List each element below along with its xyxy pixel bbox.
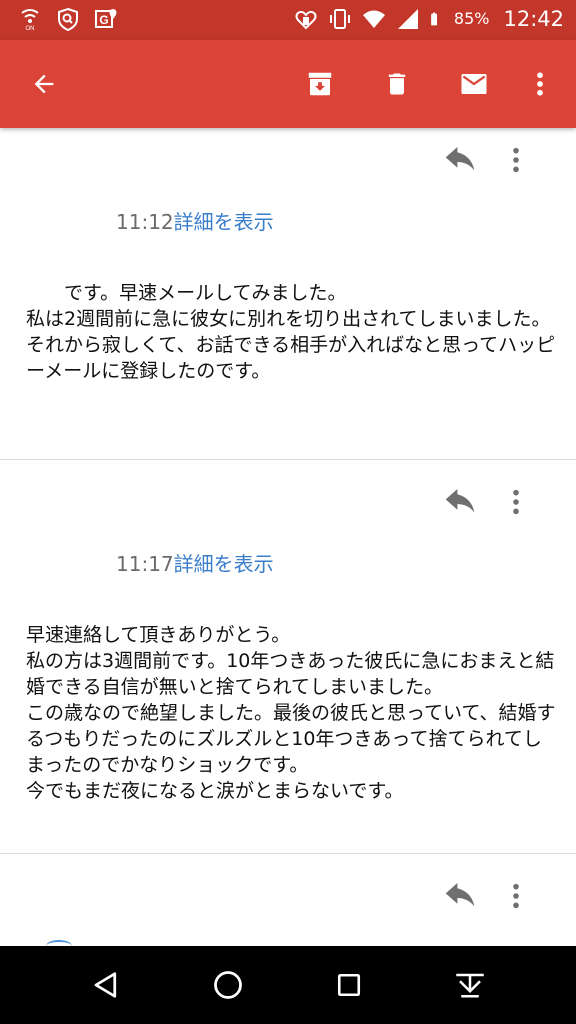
svg-text:G: G	[99, 13, 108, 27]
more-vert-icon	[513, 147, 519, 173]
signal-icon	[397, 9, 418, 29]
archive-button[interactable]	[296, 60, 344, 108]
status-time: 12:42	[503, 7, 564, 31]
message-card	[0, 864, 576, 946]
battery-percent: 85%	[453, 9, 490, 28]
divider	[0, 459, 576, 460]
back-triangle-icon	[94, 972, 117, 998]
nav-back-button[interactable]	[82, 961, 130, 1009]
reply-icon	[445, 147, 475, 171]
nav-hide-keyboard-button[interactable]	[446, 961, 494, 1009]
reply-button[interactable]	[436, 872, 484, 920]
reply-button[interactable]	[436, 478, 484, 526]
message-meta: 11:12詳細を表示	[116, 208, 274, 236]
reply-icon	[445, 883, 475, 907]
message-more-button[interactable]	[492, 872, 540, 920]
back-button[interactable]	[20, 60, 68, 108]
recents-square-icon	[337, 973, 361, 997]
mark-unread-button[interactable]	[450, 60, 498, 108]
status-bar: ON G 85% 12:42	[0, 0, 576, 40]
nav-recents-button[interactable]	[325, 961, 373, 1009]
security-shield-icon	[58, 7, 78, 32]
message-more-button[interactable]	[492, 136, 540, 184]
back-arrow-icon	[34, 74, 54, 94]
wifi-calling-icon: ON	[21, 9, 39, 32]
vibrate-icon	[329, 9, 350, 29]
message-time: 11:12	[116, 210, 174, 234]
message-more-button[interactable]	[492, 478, 540, 526]
delete-button[interactable]	[373, 60, 421, 108]
wifi-icon	[362, 10, 385, 28]
heart-phone-icon	[295, 10, 317, 30]
show-details-link[interactable]: 詳細を表示	[174, 210, 274, 234]
message-card: 11:12詳細を表示 です。早速メールしてみました。 私は2週間前に急に彼女に別…	[0, 128, 576, 458]
reply-button[interactable]	[436, 136, 484, 184]
message-body: です。早速メールしてみました。 私は2週間前に急に彼女に別れを切り出されてしまい…	[26, 282, 556, 382]
divider	[0, 853, 576, 854]
nav-home-button[interactable]	[204, 961, 252, 1009]
show-details-link[interactable]: 詳細を表示	[174, 552, 274, 576]
archive-icon	[308, 72, 332, 96]
more-vert-icon	[513, 489, 519, 515]
hide-keyboard-icon	[456, 973, 484, 998]
message-card: 11:17詳細を表示 早速連絡して頂きありがとう。 私の方は3週間前です。10年…	[0, 470, 576, 850]
location-g-icon: G	[95, 9, 117, 28]
more-vert-icon	[537, 72, 543, 96]
mark-unread-icon	[461, 74, 487, 94]
message-body: 早速連絡して頂きありがとう。 私の方は3週間前です。10年つきあった彼氏に急にお…	[26, 624, 556, 802]
more-options-button[interactable]	[516, 60, 564, 108]
reply-icon	[445, 489, 475, 513]
message-time: 11:17	[116, 552, 174, 576]
battery-icon	[431, 12, 437, 26]
delete-icon	[388, 73, 406, 95]
more-vert-icon	[513, 883, 519, 909]
home-circle-icon	[214, 971, 242, 999]
app-bar	[0, 40, 576, 128]
navigation-bar	[0, 946, 576, 1024]
message-thread: 11:12詳細を表示 です。早速メールしてみました。 私は2週間前に急に彼女に別…	[0, 128, 576, 946]
svg-text:ON: ON	[26, 26, 35, 32]
message-meta: 11:17詳細を表示	[116, 550, 274, 578]
